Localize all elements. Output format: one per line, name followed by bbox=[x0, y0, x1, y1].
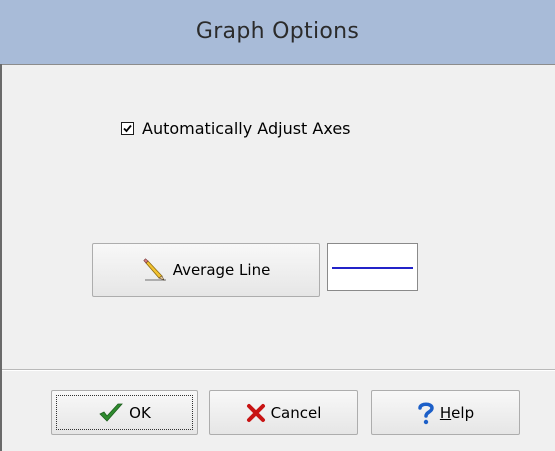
focus-rectangle bbox=[56, 395, 193, 430]
auto-adjust-axes-label: Automatically Adjust Axes bbox=[142, 118, 351, 138]
ok-label: OK bbox=[129, 403, 151, 422]
title-bar[interactable]: Graph Options bbox=[0, 0, 555, 64]
help-button[interactable]: Help bbox=[371, 390, 520, 435]
auto-adjust-axes-checkbox[interactable] bbox=[121, 121, 134, 135]
average-line-color-swatch[interactable] bbox=[327, 243, 418, 291]
dialog-title: Graph Options bbox=[195, 19, 360, 44]
x-icon bbox=[246, 403, 266, 423]
average-line-sample bbox=[332, 267, 413, 269]
question-mark-icon bbox=[417, 401, 435, 425]
ok-button[interactable]: OK bbox=[51, 390, 198, 435]
average-line-label: Average Line bbox=[172, 261, 271, 279]
graph-options-dialog: Graph Options Automatically Adjust Axes bbox=[0, 0, 555, 451]
checkmark-icon bbox=[98, 402, 124, 424]
cancel-label: Cancel bbox=[270, 403, 322, 422]
help-label-accelerator: H bbox=[439, 403, 452, 422]
checkmark-glyph-icon bbox=[123, 124, 132, 132]
auto-adjust-axes-option[interactable]: Automatically Adjust Axes bbox=[121, 117, 351, 139]
cancel-button[interactable]: Cancel bbox=[209, 390, 358, 435]
help-label-rest: elp bbox=[451, 403, 475, 422]
help-label: Help bbox=[440, 404, 474, 422]
button-row-divider-highlight bbox=[2, 370, 555, 371]
pencil-icon bbox=[142, 257, 168, 283]
average-line-button[interactable]: Average Line bbox=[92, 243, 320, 297]
